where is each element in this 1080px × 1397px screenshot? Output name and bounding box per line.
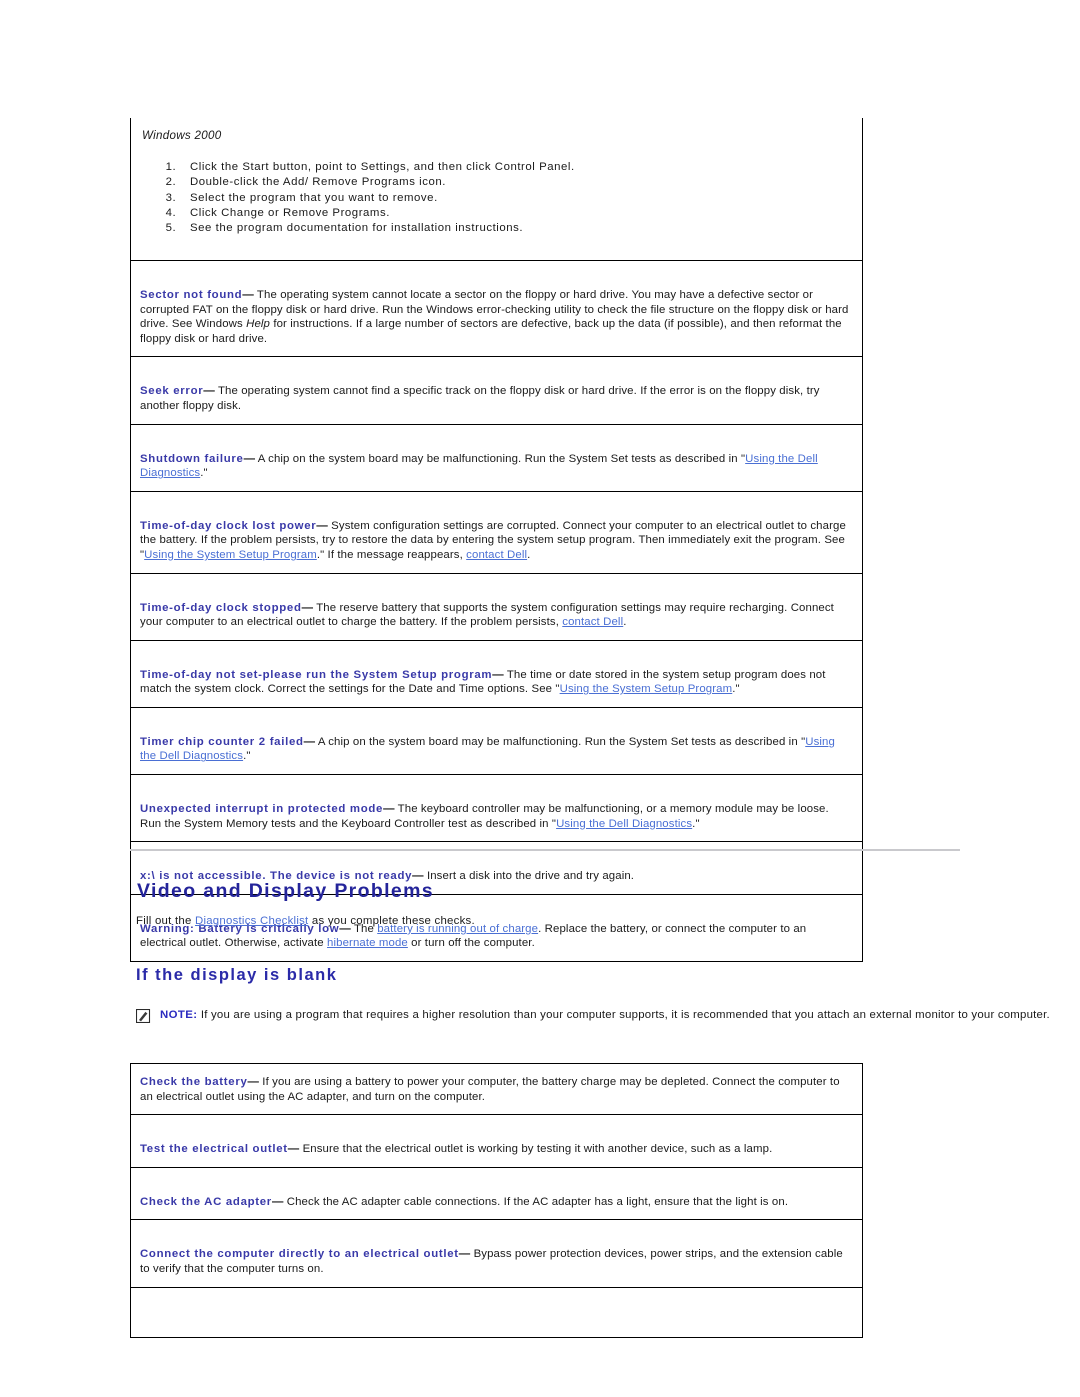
lead-suffix: as you complete these checks. (308, 915, 475, 927)
em-dash: — (301, 601, 314, 614)
document-page: Windows 2000 Click the Start button, poi… (0, 0, 1080, 1397)
table-row: Check the AC adapter— Check the AC adapt… (130, 1166, 863, 1221)
table-row: Warning: Battery is critically low— The … (130, 893, 863, 963)
link-hibernate-mode[interactable]: hibernate mode (327, 937, 408, 949)
em-dash: — (243, 452, 256, 465)
list-item: Double-click the Add/ Remove Programs ic… (180, 175, 853, 190)
message-term: Shutdown failure (140, 452, 244, 465)
message-description-cont: ." (243, 750, 251, 763)
link-using-the-system-setup-program[interactable]: Using the System Setup Program (144, 549, 317, 561)
note-callout: NOTE: If you are using a program that re… (135, 1008, 1066, 1024)
table-row: Test the electrical outlet— Ensure that … (130, 1114, 863, 1168)
message-description: A chip on the system board may be malfun… (315, 735, 806, 748)
check-entry-connect-directly-to-outlet: Connect the computer directly to an elec… (131, 1220, 862, 1286)
link-diagnostics-checklist[interactable]: Diagnostics Checklist (195, 915, 309, 927)
check-term: Check the battery (140, 1076, 248, 1088)
em-dash: — (247, 1076, 260, 1088)
table-row: Time-of-day clock stopped— The reserve b… (130, 572, 863, 641)
message-description: A chip on the system board may be malfun… (255, 452, 746, 465)
message-term: Sector not found (140, 288, 243, 301)
em-dash: — (203, 385, 215, 398)
message-description: The operating system cannot find a speci… (140, 385, 820, 412)
message-entry-clock-not-set: Time-of-day not set-please run the Syste… (131, 641, 862, 707)
em-dash: — (271, 1195, 284, 1208)
message-entry-shutdown-failure: Shutdown failure— A chip on the system b… (131, 425, 862, 491)
message-term: Timer chip counter 2 failed (140, 735, 304, 748)
link-using-the-dell-diagnostics[interactable]: Using the Dell Diagnostics (556, 818, 692, 830)
table-row: Shutdown failure— A chip on the system b… (130, 423, 863, 492)
table-row-partial (130, 1286, 863, 1338)
table-row: Unexpected interrupt in protected mode— … (130, 774, 863, 843)
link-contact-dell[interactable]: contact Dell (466, 549, 527, 561)
message-entry-clock-stopped: Time-of-day clock stopped— The reserve b… (131, 574, 862, 640)
message-entry-battery-critically-low: Warning: Battery is critically low— The … (131, 895, 862, 961)
check-entry-test-the-electrical-outlet: Test the electrical outlet— Ensure that … (131, 1115, 862, 1167)
lead-prefix: Fill out the (136, 915, 195, 927)
message-entry-seek-error: Seek error— The operating system cannot … (131, 357, 862, 423)
em-dash: — (492, 668, 504, 681)
message-term: Time-of-day clock stopped (140, 601, 302, 614)
message-entry-clock-lost-power: Time-of-day clock lost power— System con… (131, 492, 862, 573)
procedure-steps: Click the Start button, point to Setting… (140, 160, 853, 236)
em-dash: — (316, 519, 328, 532)
system-messages-table: Windows 2000 Click the Start button, poi… (130, 118, 863, 963)
check-entry-clipped (131, 1288, 862, 1337)
message-entry-timer-chip-counter: Timer chip counter 2 failed— A chip on t… (131, 708, 862, 774)
table-row: Connect the computer directly to an elec… (130, 1219, 863, 1288)
os-label: Windows 2000 (142, 129, 222, 142)
message-description-cont: ." (732, 683, 740, 696)
message-entry-unexpected-interrupt: Unexpected interrupt in protected mode— … (131, 775, 862, 841)
table-row: Seek error— The operating system cannot … (130, 356, 863, 425)
page-title: Video and Display Problems (137, 880, 434, 902)
check-description: Ensure that the electrical outlet is wor… (299, 1143, 773, 1156)
diagnostics-checklist-line: Fill out the Diagnostics Checklist as yo… (136, 915, 475, 927)
link-contact-dell[interactable]: contact Dell (562, 616, 623, 628)
message-term: Time-of-day not set-please run the Syste… (140, 668, 493, 681)
em-dash: — (242, 288, 254, 301)
message-description-cont: ." If the message reappears, (316, 548, 467, 561)
note-pencil-icon (135, 1008, 151, 1024)
message-description-cont: ." (692, 817, 700, 830)
check-description: Check the AC adapter cable connections. … (283, 1195, 789, 1208)
windows-procedure-cell: Windows 2000 Click the Start button, poi… (131, 118, 862, 260)
em-dash: — (303, 735, 316, 748)
table-row: Sector not found— The operating system c… (130, 259, 863, 358)
table-row: Time-of-day clock lost power— System con… (130, 490, 863, 574)
message-description-end: or turn off the computer. (407, 937, 535, 950)
check-term: Check the AC adapter (140, 1195, 272, 1208)
message-term: Unexpected interrupt in protected mode (140, 803, 384, 816)
table-row: Time-of-day not set-please run the Syste… (130, 639, 863, 708)
list-item: Select the program that you want to remo… (180, 191, 853, 206)
check-entry-check-the-battery: Check the battery— If you are using a ba… (131, 1064, 862, 1114)
display-checks-table: Check the battery— If you are using a ba… (130, 1062, 863, 1338)
note-label: NOTE: (160, 1009, 198, 1021)
check-term: Connect the computer directly to an elec… (140, 1248, 459, 1261)
note-text: If you are using a program that requires… (197, 1009, 1050, 1021)
check-entry-check-the-ac-adapter: Check the AC adapter— Check the AC adapt… (131, 1168, 862, 1220)
list-item: Click Change or Remove Programs. (180, 206, 853, 221)
link-using-the-system-setup-program[interactable]: Using the System Setup Program (560, 683, 733, 695)
message-description: Insert a disk into the drive and try aga… (423, 870, 635, 883)
message-description-cont: ." (200, 467, 208, 480)
em-dash: — (287, 1143, 300, 1156)
em-dash: — (458, 1248, 471, 1261)
table-row: Windows 2000 Click the Start button, poi… (130, 118, 863, 261)
section-divider (130, 849, 960, 851)
message-entry-sector-not-found: Sector not found— The operating system c… (131, 261, 862, 356)
em-dash: — (383, 803, 395, 816)
check-term: Test the electrical outlet (140, 1143, 288, 1156)
emphasis-help: Help (246, 318, 271, 331)
list-item: See the program documentation for instal… (180, 221, 853, 236)
message-term: Time-of-day clock lost power (140, 519, 317, 532)
note-text-block: NOTE: If you are using a program that re… (160, 1008, 1050, 1023)
message-term: Seek error (140, 385, 204, 398)
list-item: Click the Start button, point to Setting… (180, 160, 853, 175)
subsection-title: If the display is blank (136, 966, 338, 984)
table-row: Timer chip counter 2 failed— A chip on t… (130, 706, 863, 776)
table-row: Check the battery— If you are using a ba… (130, 1062, 863, 1116)
message-description-end: . (527, 548, 531, 561)
message-description-cont: . (623, 616, 627, 629)
